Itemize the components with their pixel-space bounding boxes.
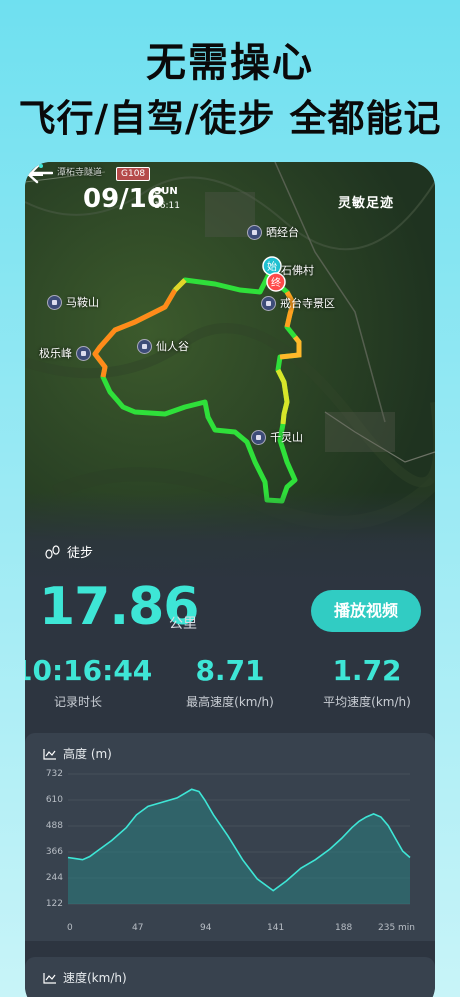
poi-jilefeng[interactable]: 极乐峰 xyxy=(39,345,91,361)
track-time: 16:11 xyxy=(154,201,180,211)
poi-jietaisi[interactable]: 戒台寺景区 xyxy=(261,295,335,311)
end-marker-label: 终 xyxy=(271,276,281,289)
top-bar: 09/16 SUN 16:11 灵敏足迹 xyxy=(25,162,435,222)
stat-label: 最高速度(km/h) xyxy=(186,695,274,709)
play-video-button[interactable]: 播放视频 xyxy=(311,590,421,632)
x-tick: 141 xyxy=(267,923,285,933)
stat-value: 10:16:44 xyxy=(25,654,153,687)
line-chart-icon xyxy=(43,972,56,984)
stat-label: 记录时长 xyxy=(53,695,102,709)
altitude-area xyxy=(68,789,410,904)
poi-pin-icon xyxy=(247,224,262,240)
x-tick: 94 xyxy=(200,923,212,933)
phone-screen: 始 终 G108 潭柘寺隧道 晒经台 石佛村 戒台寺景区 马鞍山 仙人谷 极乐峰… xyxy=(25,162,435,997)
stat-value: 8.71 xyxy=(195,654,265,687)
track-weekday: SUN xyxy=(154,186,178,197)
start-marker-label: 始 xyxy=(267,260,277,273)
x-tick: 47 xyxy=(132,923,144,933)
x-tick: 188 xyxy=(335,923,353,933)
poi-pin-icon xyxy=(47,294,62,310)
distance-unit: 公里 xyxy=(169,616,197,632)
poi-pin-icon xyxy=(261,295,276,311)
stat-duration: 10:16:44 记录时长 xyxy=(25,654,153,710)
footprint-icon xyxy=(45,544,60,559)
speed-chart-header: 速度(km/h) xyxy=(43,969,127,986)
x-tick: 235 min xyxy=(378,923,416,933)
stat-label: 平均速度(km/h) xyxy=(323,695,411,709)
poi-maanshan[interactable]: 马鞍山 xyxy=(47,294,99,310)
track-map[interactable]: 始 终 G108 潭柘寺隧道 晒经台 石佛村 戒台寺景区 马鞍山 仙人谷 极乐峰… xyxy=(25,162,435,582)
poi-xianrengu[interactable]: 仙人谷 xyxy=(137,338,189,354)
map-fade xyxy=(25,492,435,582)
poi-pin-icon xyxy=(137,338,152,354)
stat-avg-speed: 1.72 平均速度(km/h) xyxy=(302,654,432,710)
activity-mode-label: 徒步 xyxy=(67,546,94,561)
brand-name: 灵敏足迹 xyxy=(338,196,395,211)
poi-shifocun[interactable]: 石佛村 xyxy=(281,262,314,278)
stat-value: 1.72 xyxy=(332,654,402,687)
promo-headline: 无需操心 xyxy=(146,40,314,86)
altitude-chart[interactable] xyxy=(25,733,435,941)
stat-max-speed: 8.71 最高速度(km/h) xyxy=(165,654,295,710)
poi-shaijingtai[interactable]: 晒经台 xyxy=(247,224,299,240)
x-tick: 0 xyxy=(67,923,73,933)
poi-qianlingshan[interactable]: 千灵山 xyxy=(251,429,303,445)
poi-pin-icon xyxy=(76,345,91,361)
speed-chart-title: 速度(km/h) xyxy=(63,971,127,985)
altitude-chart-card: 高度 (m) 732 610 488 366 244 122 0 47 94 1… xyxy=(25,733,435,941)
promo-subheadline: 飞行/自驾/徒步 全都能记 xyxy=(18,97,442,140)
track-date: 09/16 xyxy=(83,184,165,214)
poi-pin-icon xyxy=(251,429,266,445)
speed-chart-card: 速度(km/h) xyxy=(25,957,435,997)
brand-logo-icon xyxy=(26,164,43,176)
activity-mode: 徒步 xyxy=(45,542,93,561)
